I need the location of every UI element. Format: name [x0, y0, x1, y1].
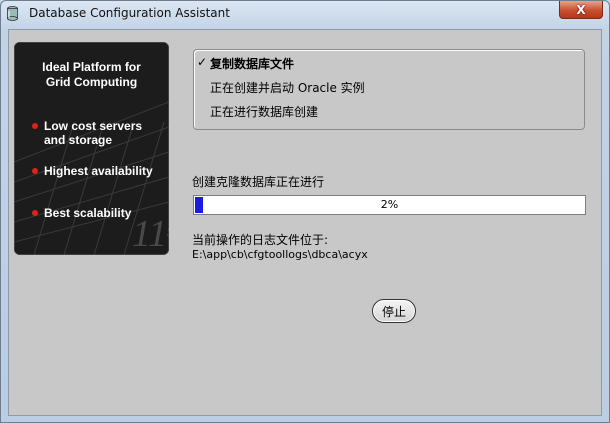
- log-path: E:\app\cb\cfgtoollogs\dbca\acyx: [192, 248, 368, 261]
- promo-item-availability: Highest availability: [44, 164, 153, 178]
- step-create-database: 正在进行数据库创建: [210, 105, 319, 119]
- bullet-icon: [32, 123, 38, 129]
- steps-panel: ✓ 复制数据库文件 正在创建并启动 Oracle 实例 正在进行数据库创建: [193, 49, 585, 130]
- progress-label: 创建克隆数据库正在进行: [192, 175, 325, 189]
- window-title: Database Configuration Assistant: [29, 6, 230, 20]
- bullet-icon: [32, 210, 38, 216]
- close-icon: X: [576, 2, 586, 17]
- stop-button[interactable]: 停止: [372, 299, 416, 323]
- dbca-window: Database Configuration Assistant X Ideal…: [0, 0, 610, 423]
- oracle-promo-panel: Ideal Platform for Grid Computing Low co…: [14, 42, 169, 255]
- promo-item-low-cost: Low cost servers and storage: [44, 119, 143, 147]
- oracle-11g-logo: 11g: [132, 213, 169, 255]
- progress-bar: 2%: [193, 195, 586, 215]
- promo-heading: Ideal Platform for Grid Computing: [42, 60, 141, 89]
- step-copy-files: 复制数据库文件: [210, 57, 295, 71]
- bullet-icon: [32, 168, 38, 174]
- log-location-label: 当前操作的日志文件位于:: [192, 233, 329, 247]
- step-create-instance: 正在创建并启动 Oracle 实例: [210, 81, 365, 95]
- promo-item-scalability: Best scalability: [44, 206, 132, 220]
- database-icon: [7, 6, 18, 21]
- close-button[interactable]: X: [559, 1, 603, 19]
- checkmark-icon: ✓: [197, 55, 208, 69]
- title-bar[interactable]: Database Configuration Assistant X: [1, 1, 609, 27]
- progress-percent: 2%: [380, 198, 399, 211]
